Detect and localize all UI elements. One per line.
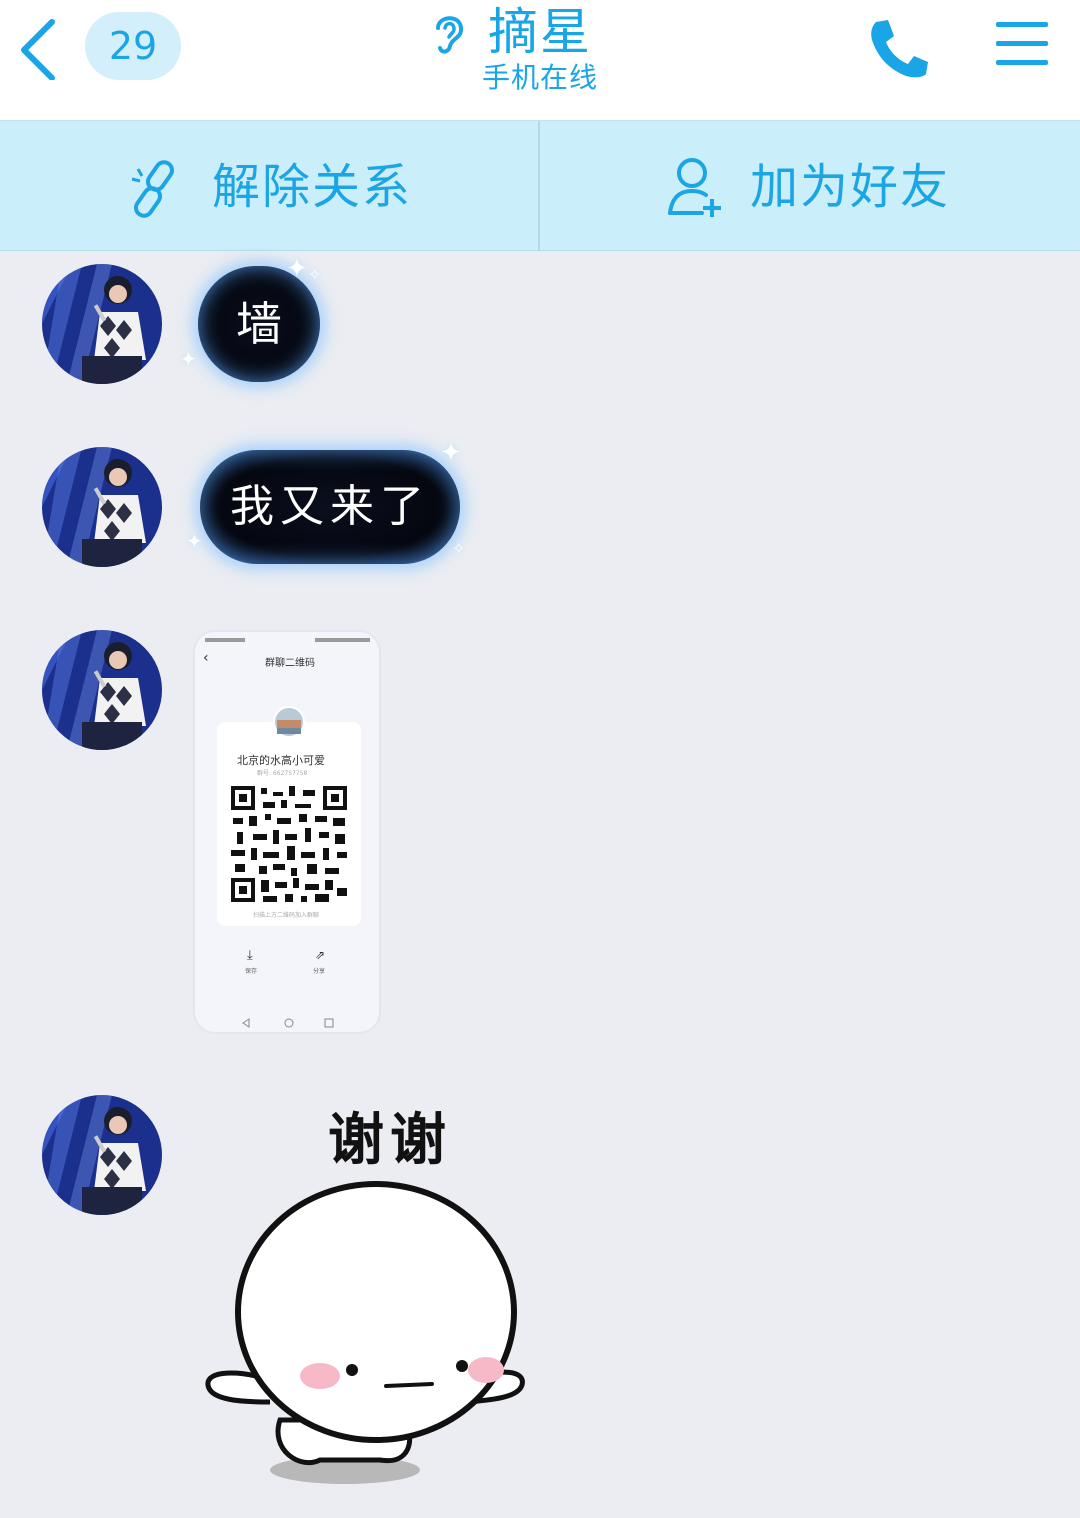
avatar-image: [42, 630, 162, 750]
group-number: 群号: 662757758: [257, 770, 308, 777]
back-icon[interactable]: [14, 16, 64, 80]
share-label: 分享: [313, 968, 326, 975]
sparkle-decoration: ✦: [286, 254, 308, 284]
status-bar: [195, 632, 379, 646]
contact-avatar[interactable]: [42, 1095, 162, 1215]
qr-hint: 扫描上方二维码加入群聊: [253, 912, 320, 919]
sparkle-decoration: ✦: [180, 347, 197, 371]
contact-avatar[interactable]: [42, 447, 162, 567]
sparkle-decoration: ✧: [452, 539, 466, 558]
sparkle-decoration: ✦: [440, 438, 462, 468]
qr-code: [229, 784, 349, 904]
group-name: 北京的水高小可爱: [237, 754, 325, 767]
screen-title: 群聊二维码: [265, 658, 315, 669]
group-avatar: [273, 706, 305, 738]
sticker-caption: 谢谢: [328, 1108, 452, 1173]
contact-avatar[interactable]: [42, 630, 162, 750]
qr-card: 北京的水高小可爱 群号: 662757758 扫描上方二维码加入群聊: [217, 706, 361, 926]
nav-bar: [242, 1018, 334, 1028]
download-icon: ⤓: [247, 948, 253, 963]
chat-header: 29 摘星 手机在线: [0, 0, 1080, 120]
contact-avatar[interactable]: [42, 264, 162, 384]
unread-count-badge[interactable]: 29: [85, 12, 181, 80]
unlink-icon: [131, 160, 175, 218]
avatar-image: [42, 1095, 162, 1215]
bowing-character-sticker: [205, 1181, 525, 1484]
contact-name: 摘星: [488, 3, 592, 61]
online-status: 手机在线: [482, 61, 599, 94]
message-text: 我又来了: [230, 481, 430, 532]
avatar-image: [42, 447, 162, 567]
add-friend-button[interactable]: 加为好友: [540, 121, 1080, 251]
save-label: 保存: [245, 968, 258, 975]
avatar-image: [42, 264, 162, 384]
relation-action-bar: 解除关系 加为好友: [0, 120, 1080, 251]
sparkle-decoration: ✧: [308, 265, 322, 284]
add-friend-icon: [668, 158, 721, 217]
remove-relation-button[interactable]: 解除关系: [0, 121, 540, 251]
share-icon: ⇗: [315, 948, 326, 962]
message-bubble[interactable]: 我又来了: [200, 450, 460, 564]
ear-icon: [436, 16, 464, 54]
remove-relation-label: 解除关系: [212, 159, 413, 215]
image-message[interactable]: ‹ 群聊二维码 北京的水高小可爱 群号: 662757758 扫描上方二维码加入…: [193, 630, 381, 1034]
menu-icon[interactable]: [994, 18, 1050, 70]
phone-icon[interactable]: [866, 14, 934, 82]
sparkle-decoration: ✦: [186, 529, 203, 553]
back-icon: ‹: [203, 650, 209, 666]
message-text: 墙: [236, 297, 282, 351]
add-friend-label: 加为好友: [750, 159, 951, 215]
